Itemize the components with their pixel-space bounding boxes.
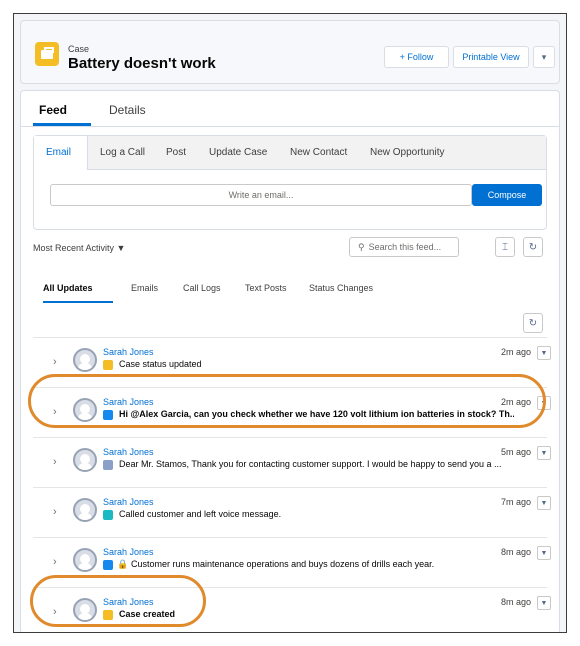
expand-chevron-icon[interactable]: › xyxy=(53,506,57,518)
feed-item-time[interactable]: 5m ago xyxy=(495,447,531,457)
collapse-all-icon[interactable]: ⌶ xyxy=(495,237,515,257)
avatar[interactable] xyxy=(73,498,97,522)
active-tab-indicator xyxy=(33,123,91,126)
search-feed-input[interactable]: ⚲ Search this feed... xyxy=(349,237,459,257)
feed-item-time[interactable]: 8m ago xyxy=(495,597,531,607)
publisher: Email Log a Call Post Update Case New Co… xyxy=(33,135,547,230)
tab-text-posts[interactable]: Text Posts xyxy=(245,283,287,293)
header-menu-icon[interactable]: ▾ xyxy=(533,46,555,68)
record-header: Case Battery doesn't work + Follow Print… xyxy=(20,20,560,84)
search-feed-placeholder: Search this feed... xyxy=(368,242,442,252)
post-icon xyxy=(103,410,113,420)
tab-status-changes[interactable]: Status Changes xyxy=(309,283,373,293)
refresh-icon[interactable]: ↻ xyxy=(523,237,543,257)
feed-item-author[interactable]: Sarah Jones xyxy=(103,397,154,407)
feed-filter-tabs: All Updates Emails Call Logs Text Posts … xyxy=(33,277,547,303)
feed-item-author[interactable]: Sarah Jones xyxy=(103,347,154,357)
printable-view-button[interactable]: Printable View xyxy=(453,46,529,68)
feed-card: Feed Details Email Log a Call Post Updat… xyxy=(20,90,560,632)
write-email-field[interactable]: Write an email... xyxy=(50,184,472,206)
feed-item-time[interactable]: 7m ago xyxy=(495,497,531,507)
feed-item-message: Case created xyxy=(119,609,176,619)
feed-item-message: Case status updated xyxy=(119,359,202,369)
avatar[interactable] xyxy=(73,548,97,572)
expand-chevron-icon[interactable]: › xyxy=(53,556,57,568)
tab-all-updates[interactable]: All Updates xyxy=(43,283,93,293)
item-menu-icon[interactable]: ▼ xyxy=(537,546,551,560)
feed-item-author[interactable]: Sarah Jones xyxy=(103,547,154,557)
case-icon xyxy=(103,610,113,620)
feed-item[interactable]: › Sarah Jones 🔒 Customer runs maintenanc… xyxy=(33,537,551,585)
sort-dropdown[interactable]: Most Recent Activity ▼ xyxy=(33,243,125,253)
expand-chevron-icon[interactable]: › xyxy=(53,606,57,618)
expand-chevron-icon[interactable]: › xyxy=(53,456,57,468)
expand-chevron-icon[interactable]: › xyxy=(53,406,57,418)
item-menu-icon[interactable]: ▼ xyxy=(537,496,551,510)
feed-item[interactable]: › Sarah Jones Called customer and left v… xyxy=(33,487,551,535)
search-icon: ⚲ xyxy=(358,241,365,252)
feed-item-time[interactable]: 2m ago xyxy=(495,347,531,357)
record-title: Battery doesn't work xyxy=(68,55,216,72)
feed-item-message: Customer runs maintenance operations and… xyxy=(131,559,435,569)
tab-emails[interactable]: Emails xyxy=(131,283,158,293)
item-menu-icon[interactable]: ▼ xyxy=(537,596,551,610)
feed-item-message: Dear Mr. Stamos, Thank you for contactin… xyxy=(119,459,502,469)
feed-item[interactable]: › Sarah Jones Dear Mr. Stamos, Thank you… xyxy=(33,437,551,485)
case-record-page: Case Battery doesn't work + Follow Print… xyxy=(13,13,567,633)
feed-item[interactable]: › Sarah Jones Hi @Alex Garcia, can you c… xyxy=(33,387,551,435)
call-log-icon xyxy=(103,510,113,520)
feed-item[interactable]: › Sarah Jones Case created 8m ago ▼ xyxy=(33,587,551,632)
compose-button[interactable]: Compose xyxy=(472,184,542,206)
feed-item-author[interactable]: Sarah Jones xyxy=(103,597,154,607)
case-icon xyxy=(103,360,113,370)
email-icon xyxy=(103,460,113,470)
tab-post[interactable]: Post xyxy=(166,147,186,158)
feed-item[interactable]: › Sarah Jones Case status updated 2m ago… xyxy=(33,337,551,385)
tab-call-logs[interactable]: Call Logs xyxy=(183,283,221,293)
record-tabs: Feed Details xyxy=(21,91,559,127)
tab-details[interactable]: Details xyxy=(109,103,146,117)
active-filter-indicator xyxy=(43,301,113,303)
tab-new-contact[interactable]: New Contact xyxy=(290,147,347,158)
tab-email[interactable]: Email xyxy=(46,147,71,158)
feed-item-author[interactable]: Sarah Jones xyxy=(103,447,154,457)
tab-feed[interactable]: Feed xyxy=(39,103,67,117)
expand-chevron-icon[interactable]: › xyxy=(53,356,57,368)
avatar[interactable] xyxy=(73,398,97,422)
note-icon xyxy=(103,560,113,570)
item-menu-icon[interactable]: ▼ xyxy=(537,446,551,460)
item-menu-icon[interactable]: ▼ xyxy=(537,346,551,360)
avatar[interactable] xyxy=(73,598,97,622)
item-menu-icon[interactable]: ▼ xyxy=(537,396,551,410)
tab-new-opportunity[interactable]: New Opportunity xyxy=(370,147,444,158)
feed-item-message: Hi @Alex Garcia, can you check whether w… xyxy=(119,409,514,419)
feed-item-author[interactable]: Sarah Jones xyxy=(103,497,154,507)
lock-icon: 🔒 xyxy=(117,559,129,569)
tab-update-case[interactable]: Update Case xyxy=(209,147,267,158)
feed-item-time[interactable]: 2m ago xyxy=(495,397,531,407)
avatar[interactable] xyxy=(73,348,97,372)
tab-log-a-call[interactable]: Log a Call xyxy=(100,147,145,158)
feed-item-message: Called customer and left voice message. xyxy=(119,509,282,519)
object-label: Case xyxy=(68,44,90,54)
case-icon xyxy=(35,42,59,66)
avatar[interactable] xyxy=(73,448,97,472)
refresh-feed-icon[interactable]: ↻ xyxy=(523,313,543,333)
feed-item-time[interactable]: 8m ago xyxy=(495,547,531,557)
follow-button[interactable]: + Follow xyxy=(384,46,449,68)
publisher-tabs: Email Log a Call Post Update Case New Co… xyxy=(34,136,546,170)
